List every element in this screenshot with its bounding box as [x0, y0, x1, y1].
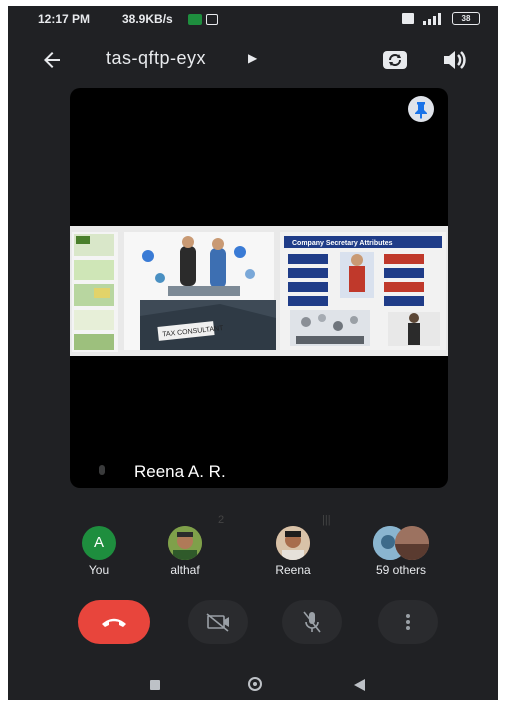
caret-right-icon[interactable]: ▶: [248, 51, 257, 65]
end-call-icon: [102, 618, 126, 627]
end-call-button[interactable]: [78, 600, 150, 644]
avatar-stack: [373, 526, 429, 560]
sim-icon: [402, 13, 414, 24]
participant-name: althaf: [170, 563, 200, 577]
presentation-slides-image: TAX CONSULTANT Company Secretary Attribu…: [70, 226, 448, 356]
speaker-button[interactable]: [440, 46, 470, 74]
arrow-left-icon: [44, 52, 60, 68]
pin-button[interactable]: [408, 96, 434, 122]
participant-name: 59 others: [375, 563, 427, 577]
mic-off-icon: [303, 611, 321, 633]
call-controls: [8, 600, 498, 654]
status-bar: 12:17 PM 38.9KB/s 38: [8, 6, 498, 34]
active-speaker-name: Reena A. R.: [134, 462, 226, 481]
battery-level: 38: [461, 14, 471, 23]
participant-others[interactable]: 59 others: [346, 526, 456, 577]
camera-toggle-button[interactable]: [188, 600, 248, 644]
status-right: 38: [402, 12, 480, 25]
avatar-photo: [395, 526, 429, 560]
avatar: [276, 526, 310, 560]
avatar: [395, 526, 429, 560]
meet-app-icon: [188, 14, 202, 25]
home-icon[interactable]: [248, 677, 262, 691]
mic-icon: [99, 465, 105, 475]
avatar: [168, 526, 202, 560]
signal-icon: [423, 12, 441, 25]
more-vert-icon: [406, 614, 410, 630]
meeting-code[interactable]: tas-qftp-eyx: [106, 48, 206, 69]
avatar: A: [82, 526, 116, 560]
participant-reena[interactable]: ||| Reena: [238, 514, 348, 577]
system-nav-bar: [8, 670, 498, 700]
mic-off-indicator-icon: |||: [322, 514, 331, 526]
mic-toggle-button[interactable]: [282, 600, 342, 644]
back-button[interactable]: [34, 44, 70, 76]
avatar-photo: [168, 526, 202, 560]
app-bar: tas-qftp-eyx ▶: [8, 36, 498, 84]
main-video-tile[interactable]: TAX CONSULTANT Company Secretary Attribu…: [70, 88, 448, 488]
volume-icon: [444, 51, 466, 69]
screen-record-icon: [206, 14, 218, 25]
switch-camera-icon: [383, 51, 407, 69]
slide-title: Company Secretary Attributes: [292, 240, 393, 247]
avatar-photo: [276, 526, 310, 560]
camera-off-icon: [206, 613, 229, 632]
back-triangle-icon[interactable]: [354, 679, 365, 691]
meet-app-screen: 12:17 PM 38.9KB/s 38 tas-qftp-eyx ▶ TAX …: [8, 6, 498, 700]
switch-camera-button[interactable]: [380, 46, 410, 74]
participant-althaf[interactable]: 2 althaf: [130, 514, 240, 577]
shared-presentation: TAX CONSULTANT Company Secretary Attribu…: [70, 226, 448, 356]
recents-icon[interactable]: [150, 680, 160, 690]
participant-name: Reena: [275, 563, 311, 577]
network-speed: 38.9KB/s: [122, 12, 173, 26]
mic-off-indicator-icon: 2: [218, 514, 225, 526]
avatar-letter: A: [93, 534, 104, 551]
more-options-button[interactable]: [378, 600, 438, 644]
pin-icon: [415, 102, 427, 119]
battery-icon: 38: [452, 12, 480, 25]
status-time: 12:17 PM: [38, 12, 91, 26]
participants-strip: A You 2 althaf ||| Reena 59 others: [8, 514, 498, 586]
